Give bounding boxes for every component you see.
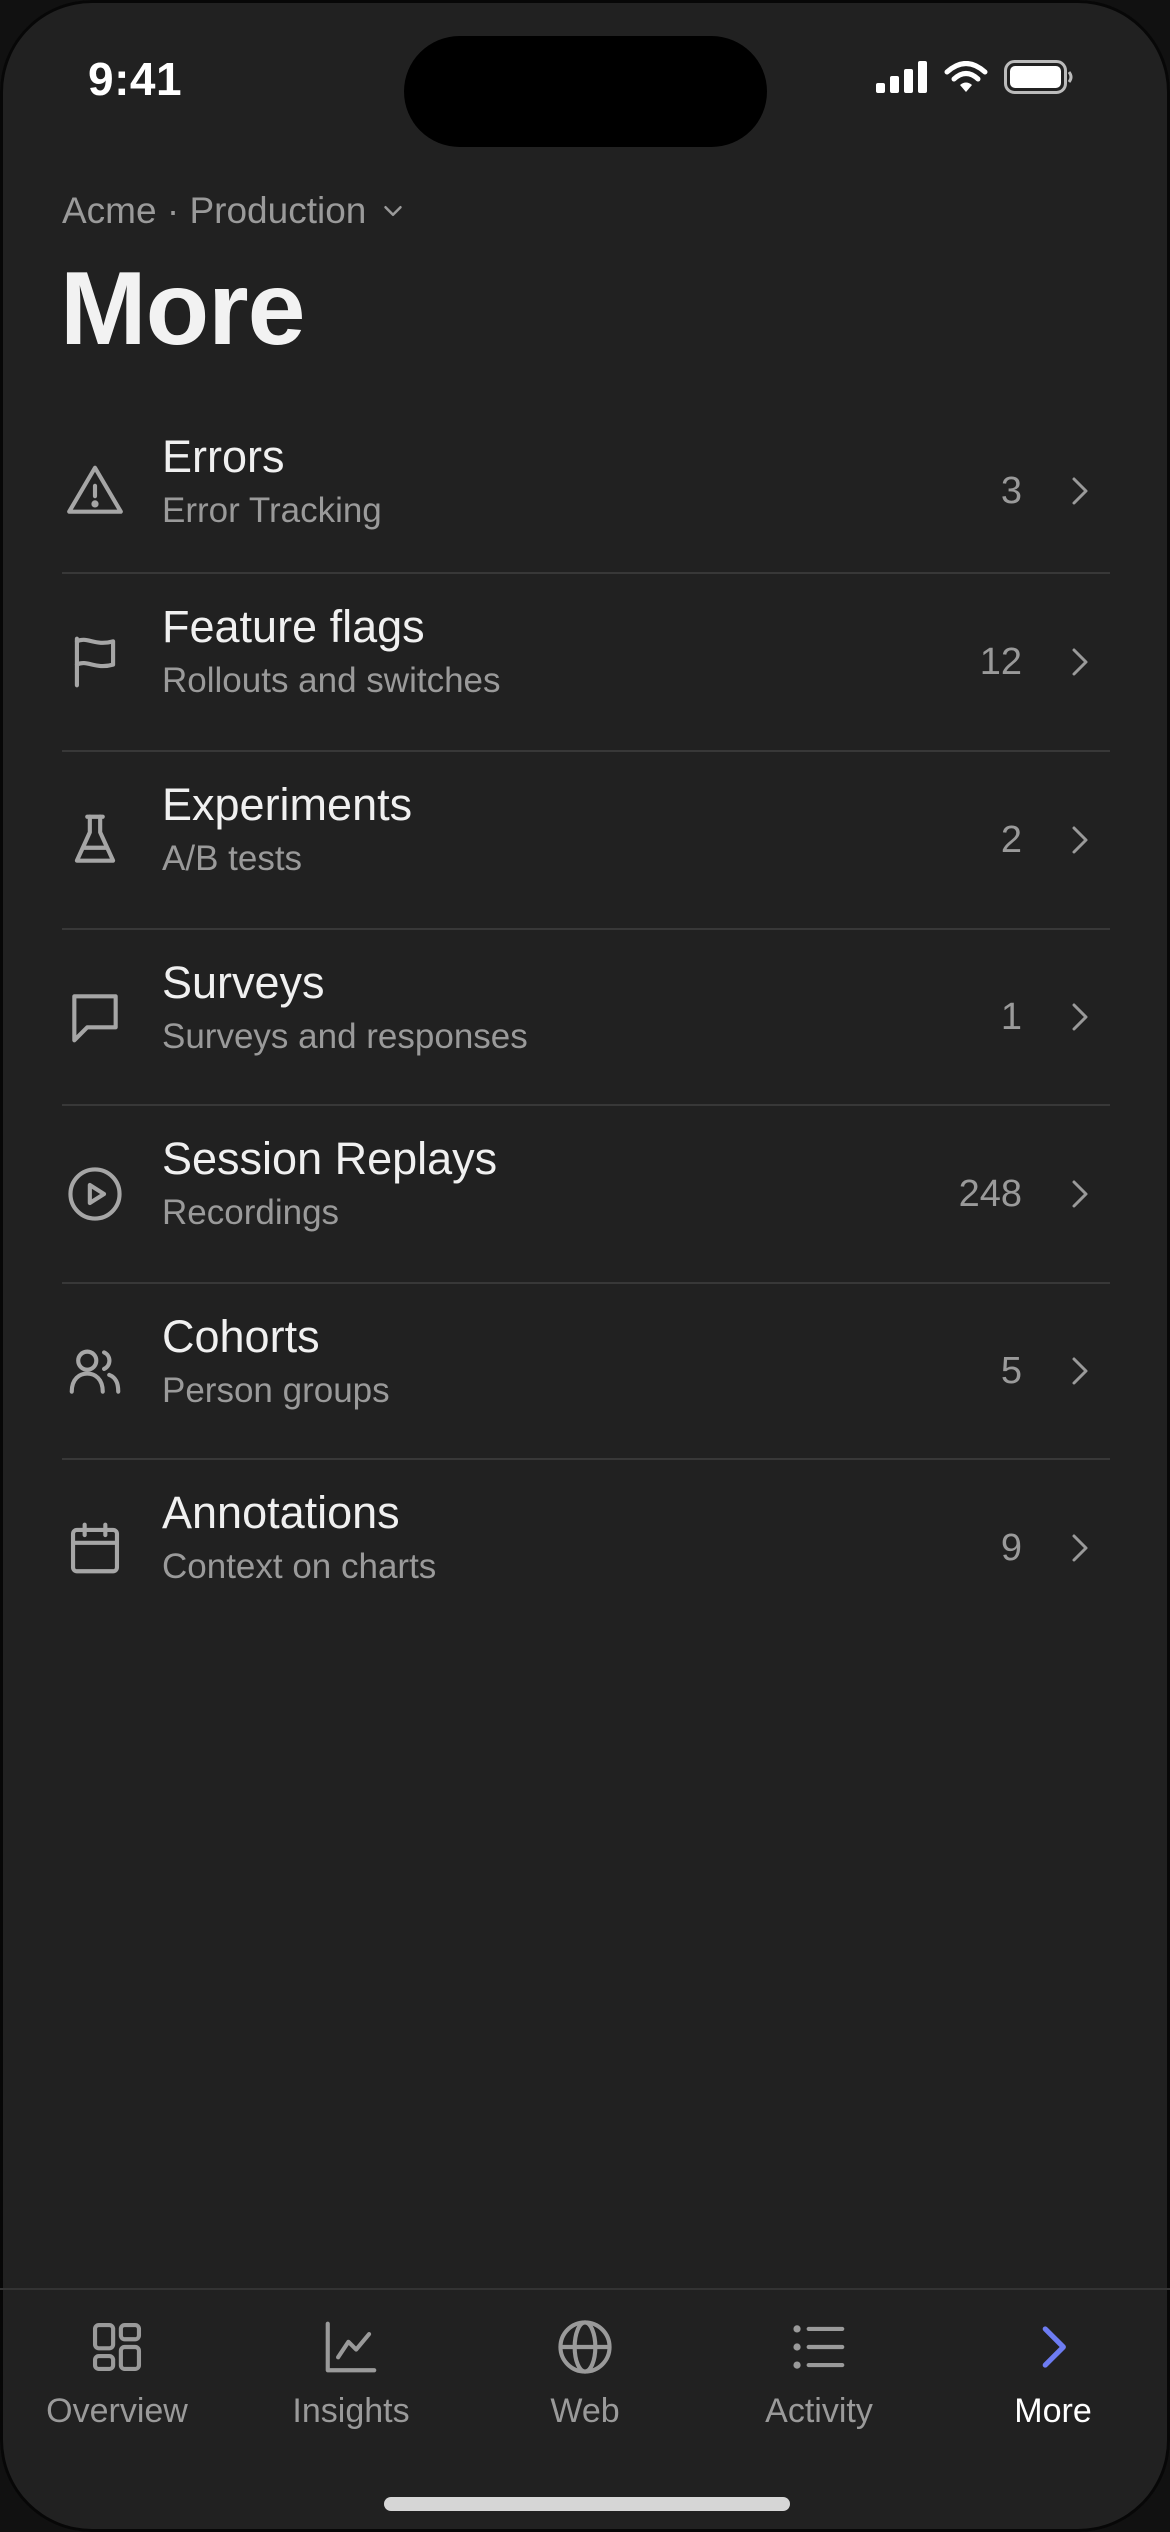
menu-item-experiments[interactable]: Experiments A/B tests 2: [62, 752, 1110, 930]
play-circle-icon: [68, 1167, 122, 1221]
home-indicator[interactable]: [384, 2497, 790, 2511]
project-name: Acme · Production: [62, 190, 367, 231]
menu-item-count: 2: [1000, 818, 1022, 861]
tab-more[interactable]: More: [936, 2290, 1170, 2450]
menu-item-title: Cohorts: [162, 1311, 320, 1362]
menu-item-session-replays[interactable]: Session Replays Recordings 248: [62, 1106, 1110, 1284]
menu-item-cohorts[interactable]: Cohorts Person groups 5: [62, 1284, 1110, 1460]
flask-icon: [74, 814, 116, 863]
chevron-right-icon: [1072, 1180, 1088, 1208]
tab-overview[interactable]: Overview: [0, 2290, 234, 2450]
flag-icon: [74, 636, 116, 688]
menu-item-subtitle: A/B tests: [162, 839, 303, 878]
menu-item-count: 1: [1000, 995, 1022, 1038]
cellular-signal-icon: [876, 61, 927, 93]
status-time: 9:41: [88, 53, 183, 105]
chevron-right-icon: [1072, 1003, 1088, 1031]
dynamic-island: [404, 36, 767, 147]
chevron-right-icon: [1072, 826, 1088, 854]
chevron-right-icon: [1072, 648, 1088, 676]
tab-label: Activity: [765, 2392, 873, 2430]
tab-web[interactable]: Web: [468, 2290, 702, 2450]
menu-item-annotations[interactable]: Annotations Context on charts 9: [62, 1460, 1110, 1636]
menu-item-count: 3: [1000, 469, 1022, 512]
menu-item-count: 9: [1000, 1526, 1022, 1569]
menu-item-title: Session Replays: [162, 1133, 498, 1184]
wifi-icon: [944, 61, 988, 92]
list-icon: [793, 2325, 845, 2369]
chevron-down-icon: [384, 206, 403, 216]
calendar-icon: [70, 1522, 120, 1574]
phone-screen: 9:41 Acme · Production More Errors Error…: [0, 0, 1170, 2532]
menu-item-title: Errors: [162, 431, 285, 482]
users-icon: [69, 1349, 121, 1394]
page-title: More: [60, 251, 305, 367]
menu-item-count: 12: [979, 640, 1022, 683]
globe-icon: [558, 2320, 612, 2374]
menu-item-title: Experiments: [162, 779, 413, 830]
menu-item-subtitle: Error Tracking: [162, 491, 382, 530]
menu-item-surveys[interactable]: Surveys Surveys and responses 1: [62, 930, 1110, 1106]
chat-bubble-icon: [72, 994, 118, 1043]
menu-item-title: Surveys: [162, 957, 325, 1008]
menu-item-count: 5: [1000, 1349, 1022, 1392]
menu-item-title: Feature flags: [162, 601, 425, 652]
tab-label: Overview: [46, 2392, 188, 2430]
battery-icon: [1004, 60, 1073, 94]
menu-item-count: 248: [958, 1172, 1022, 1215]
chevron-right-icon: [1072, 1534, 1088, 1562]
menu-item-title: Annotations: [162, 1487, 400, 1538]
chevron-right-icon: [1042, 2326, 1066, 2368]
menu-item-subtitle: Person groups: [162, 1371, 390, 1410]
more-menu-list: Errors Error Tracking 3 Feature flags Ro…: [62, 410, 1110, 1636]
menu-item-errors[interactable]: Errors Error Tracking 3: [62, 410, 1110, 574]
tab-insights[interactable]: Insights: [234, 2290, 468, 2450]
tab-activity[interactable]: Activity: [702, 2290, 936, 2450]
line-chart-icon: [325, 2321, 377, 2373]
menu-item-subtitle: Context on charts: [162, 1547, 437, 1586]
project-switcher[interactable]: Acme · Production: [62, 190, 408, 232]
grid-icon: [92, 2322, 142, 2372]
chevron-right-icon: [1072, 477, 1088, 505]
tab-label: Web: [550, 2392, 620, 2430]
chevron-right-icon: [1072, 1357, 1088, 1385]
menu-item-subtitle: Recordings: [162, 1193, 340, 1232]
menu-item-feature-flags[interactable]: Feature flags Rollouts and switches 12: [62, 574, 1110, 752]
tab-bar: Overview Insights Web Activity More: [0, 2288, 1170, 2450]
tab-label: More: [1014, 2392, 1092, 2430]
menu-item-subtitle: Rollouts and switches: [162, 661, 501, 700]
tab-label: Insights: [292, 2392, 410, 2430]
menu-item-subtitle: Surveys and responses: [162, 1017, 528, 1056]
warning-triangle-icon: [67, 465, 123, 514]
status-icons: [876, 60, 1074, 94]
